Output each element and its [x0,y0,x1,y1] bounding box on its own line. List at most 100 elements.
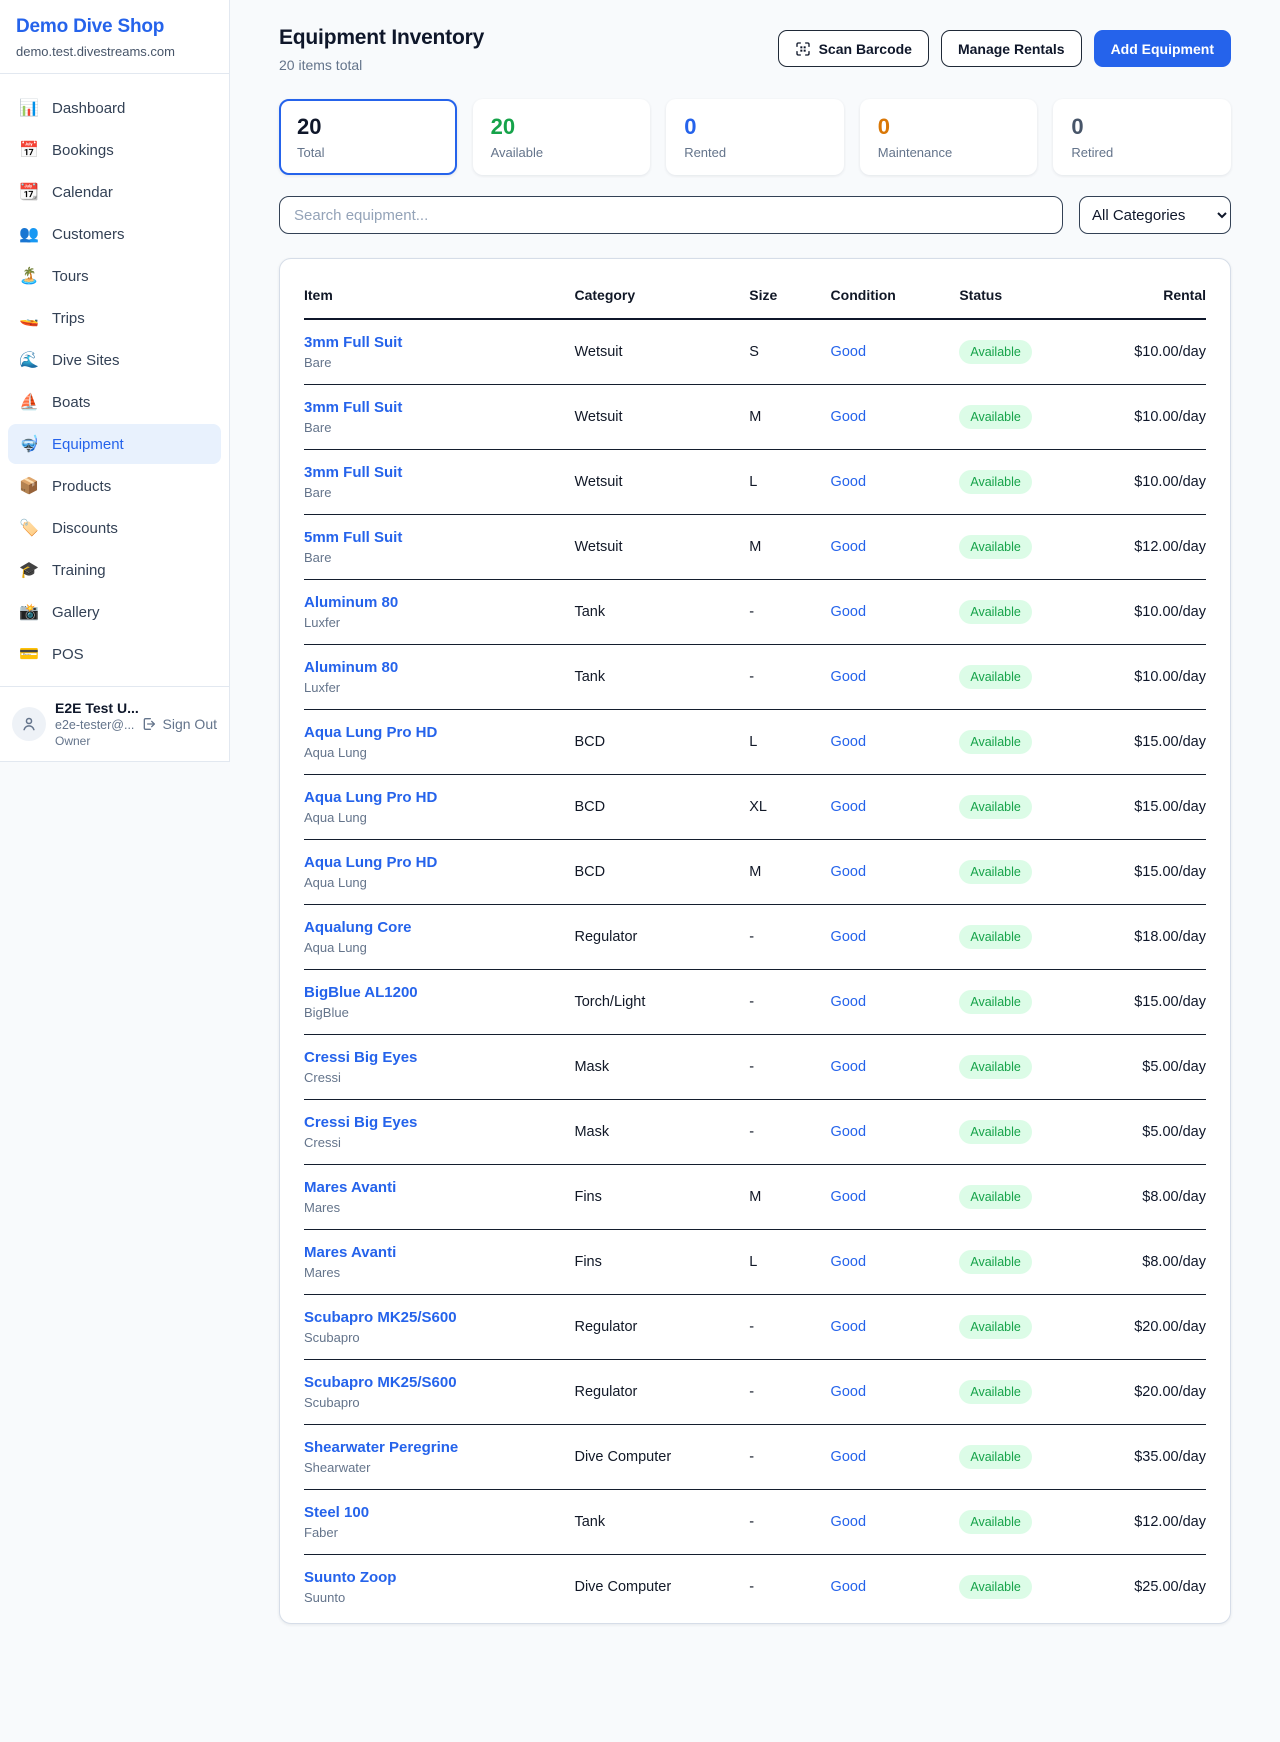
sidebar-item-boats[interactable]: ⛵ Boats [8,382,221,422]
item-name-link[interactable]: Scubapro MK25/S600 [304,1374,574,1391]
item-name-link[interactable]: BigBlue AL1200 [304,984,574,1001]
sidebar-item-training[interactable]: 🎓 Training [8,550,221,590]
sidebar-item-equipment[interactable]: 🤿 Equipment [8,424,221,464]
item-name-link[interactable]: Steel 100 [304,1504,574,1521]
condition-link[interactable]: Good [831,1124,866,1140]
item-name-link[interactable]: Mares Avanti [304,1179,574,1196]
scan-barcode-button[interactable]: Scan Barcode [778,30,929,67]
table-row-10: Aqualung Core Aqua Lung Regulator - Good… [304,905,1206,970]
stat-card-total[interactable]: 20 Total [279,99,457,175]
sidebar-item-customers[interactable]: 👥 Customers [8,214,221,254]
item-name-link[interactable]: 3mm Full Suit [304,399,574,416]
category-cell: BCD [574,710,749,775]
category-cell: Wetsuit [574,385,749,450]
condition-link[interactable]: Good [831,929,866,945]
item-name-link[interactable]: 3mm Full Suit [304,334,574,351]
table-row-2: 3mm Full Suit Bare Wetsuit M Good Availa… [304,385,1206,450]
sidebar-item-products[interactable]: 📦 Products [8,466,221,506]
item-name-link[interactable]: Cressi Big Eyes [304,1049,574,1066]
condition-link[interactable]: Good [831,1514,866,1530]
stat-card-rented[interactable]: 0 Rented [666,99,844,175]
items-total-count: 20 items total [279,57,484,73]
condition-link[interactable]: Good [831,474,866,490]
condition-link[interactable]: Good [831,344,866,360]
sidebar-item-label: Dive Sites [52,352,120,369]
category-cell: Fins [574,1165,749,1230]
item-name-link[interactable]: Scubapro MK25/S600 [304,1309,574,1326]
sidebar-item-discounts[interactable]: 🏷️ Discounts [8,508,221,548]
item-name-link[interactable]: Aqua Lung Pro HD [304,789,574,806]
size-cell: S [749,319,830,385]
sidebar-item-trips[interactable]: 🚤 Trips [8,298,221,338]
search-input[interactable] [279,196,1063,234]
category-filter-select[interactable]: All Categories [1079,196,1231,234]
item-brand: Aqua Lung [304,810,574,825]
sign-out-button[interactable]: Sign Out [141,716,217,732]
status-badge: Available [959,990,1032,1014]
table-row-7: Aqua Lung Pro HD Aqua Lung BCD L Good Av… [304,710,1206,775]
condition-link[interactable]: Good [831,1384,866,1400]
condition-link[interactable]: Good [831,1059,866,1075]
table-row-6: Aluminum 80 Luxfer Tank - Good Available… [304,645,1206,710]
graduation-cap-icon: 🎓 [18,560,40,580]
status-badge: Available [959,925,1032,949]
stat-value: 0 [1071,114,1213,140]
sidebar-item-bookings[interactable]: 📅 Bookings [8,130,221,170]
item-name-link[interactable]: Mares Avanti [304,1244,574,1261]
item-brand: Scubapro [304,1330,574,1345]
condition-link[interactable]: Good [831,1579,866,1595]
size-cell: M [749,385,830,450]
size-cell: - [749,970,830,1035]
category-cell: Regulator [574,905,749,970]
sidebar: Demo Dive Shop demo.test.divestreams.com… [0,0,230,762]
item-name-link[interactable]: 3mm Full Suit [304,464,574,481]
item-name-link[interactable]: Cressi Big Eyes [304,1114,574,1131]
item-brand: Mares [304,1200,574,1215]
stat-cards: 20 Total 20 Available 0 Rented 0 Mainten… [279,99,1231,175]
calendar-icon: 📅 [18,140,40,160]
sidebar-item-dashboard[interactable]: 📊 Dashboard [8,88,221,128]
manage-rentals-button[interactable]: Manage Rentals [941,30,1082,67]
item-name-link[interactable]: Aqua Lung Pro HD [304,854,574,871]
condition-link[interactable]: Good [831,734,866,750]
condition-link[interactable]: Good [831,799,866,815]
condition-link[interactable]: Good [831,1449,866,1465]
stat-card-maintenance[interactable]: 0 Maintenance [860,99,1038,175]
add-equipment-button[interactable]: Add Equipment [1094,30,1231,67]
item-name-link[interactable]: Shearwater Peregrine [304,1439,574,1456]
item-brand: Faber [304,1525,574,1540]
category-cell: Mask [574,1100,749,1165]
item-name-link[interactable]: Aqua Lung Pro HD [304,724,574,741]
condition-link[interactable]: Good [831,409,866,425]
header-actions: Scan Barcode Manage Rentals Add Equipmen… [778,26,1231,67]
category-cell: Dive Computer [574,1425,749,1490]
stat-card-retired[interactable]: 0 Retired [1053,99,1231,175]
condition-link[interactable]: Good [831,1254,866,1270]
item-name-link[interactable]: Aqualung Core [304,919,574,936]
condition-link[interactable]: Good [831,994,866,1010]
status-badge: Available [959,340,1032,364]
condition-link[interactable]: Good [831,669,866,685]
stat-card-available[interactable]: 20 Available [473,99,651,175]
condition-link[interactable]: Good [831,1189,866,1205]
sidebar-item-pos[interactable]: 💳 POS [8,634,221,674]
speedboat-icon: 🚤 [18,308,40,328]
sidebar-item-tours[interactable]: 🏝️ Tours [8,256,221,296]
category-cell: BCD [574,840,749,905]
size-cell: L [749,1230,830,1295]
brand: Demo Dive Shop demo.test.divestreams.com [0,0,229,73]
table-row-20: Suunto Zoop Suunto Dive Computer - Good … [304,1555,1206,1620]
item-name-link[interactable]: Aluminum 80 [304,659,574,676]
condition-link[interactable]: Good [831,604,866,620]
item-name-link[interactable]: Suunto Zoop [304,1569,574,1586]
sidebar-item-dive-sites[interactable]: 🌊 Dive Sites [8,340,221,380]
sidebar-item-calendar[interactable]: 📆 Calendar [8,172,221,212]
sidebar-item-gallery[interactable]: 📸 Gallery [8,592,221,632]
condition-link[interactable]: Good [831,1319,866,1335]
user-section: E2E Test U... e2e-tester@... Owner Sign … [0,686,229,761]
status-badge: Available [959,1055,1032,1079]
item-name-link[interactable]: Aluminum 80 [304,594,574,611]
condition-link[interactable]: Good [831,539,866,555]
item-name-link[interactable]: 5mm Full Suit [304,529,574,546]
condition-link[interactable]: Good [831,864,866,880]
